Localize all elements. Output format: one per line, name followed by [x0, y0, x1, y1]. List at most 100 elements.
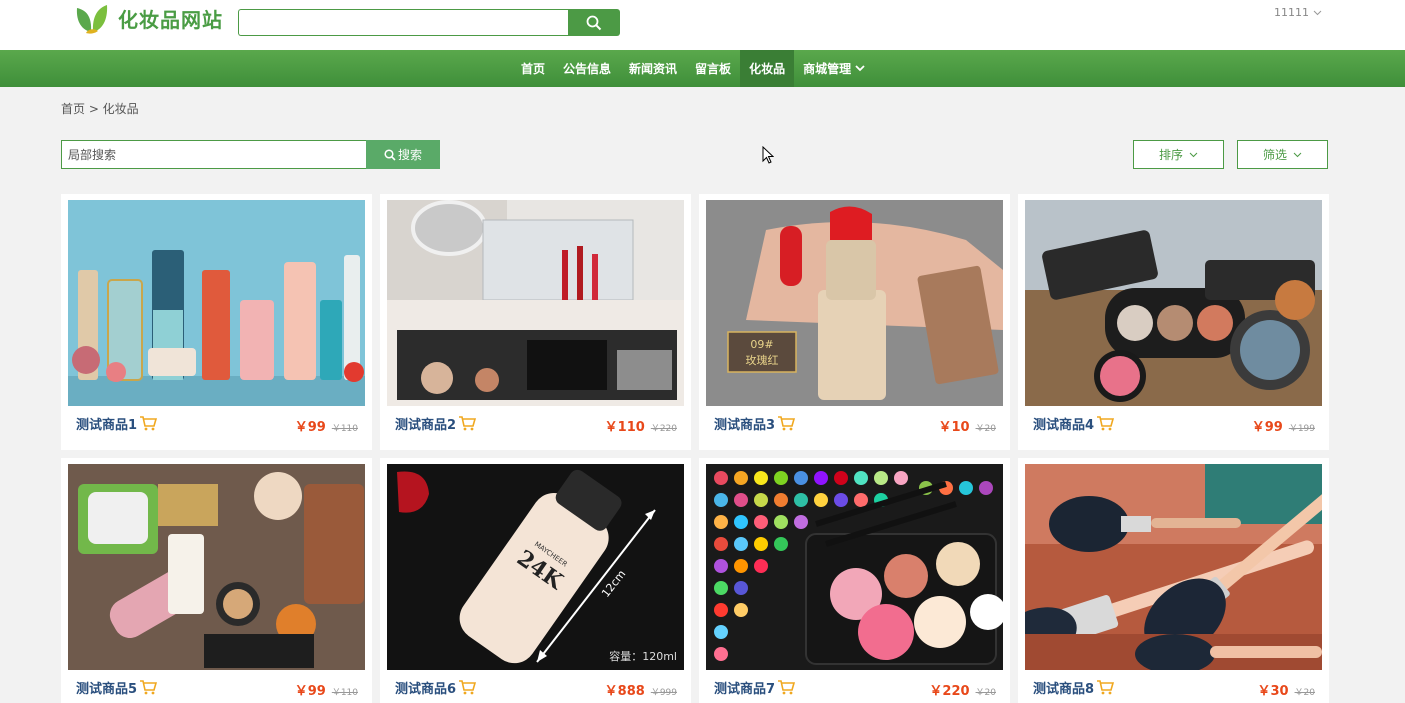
price-original: ￥20 [975, 688, 996, 698]
product-name-text: 测试商品1 [76, 418, 138, 433]
chevron-down-icon [1313, 10, 1322, 15]
user-name: 11111 [1274, 6, 1309, 19]
nav-item-mall-management[interactable]: 商城管理 [794, 50, 874, 87]
product-name-text: 测试商品4 [1033, 418, 1095, 433]
cart-icon[interactable] [777, 416, 796, 431]
product-name-text: 测试商品2 [395, 418, 457, 433]
product-name[interactable]: 测试商品5 [76, 678, 158, 697]
nav-item-announcements[interactable]: 公告信息 [554, 50, 620, 87]
nav-label: 首页 [521, 62, 546, 76]
price-current: ￥99 [294, 420, 326, 435]
product-image[interactable] [1025, 200, 1322, 406]
product-name[interactable]: 测试商品1 [76, 414, 158, 433]
main-navbar: 首页 公告信息 新闻资讯 留言板 化妆品 商城管理 [0, 50, 1405, 87]
nav-menu: 首页 公告信息 新闻资讯 留言板 化妆品 商城管理 [512, 50, 874, 87]
product-price: ￥220 ￥20 [929, 680, 996, 699]
local-search-button-label: 搜索 [397, 148, 422, 162]
product-image[interactable] [706, 464, 1003, 670]
product-price: ￥30 ￥20 [1257, 680, 1315, 699]
price-current: ￥30 [1257, 684, 1289, 699]
local-search-input[interactable] [61, 140, 366, 169]
price-original: ￥110 [331, 424, 358, 434]
product-name-text: 测试商品8 [1033, 682, 1095, 697]
top-search-input[interactable] [238, 9, 568, 36]
cart-icon[interactable] [139, 416, 158, 431]
price-current: ￥99 [1251, 420, 1283, 435]
nav-label: 商城管理 [803, 62, 852, 76]
nav-label: 新闻资讯 [629, 62, 678, 76]
chevron-down-icon [1189, 152, 1198, 157]
product-image[interactable]: MAYCHEER 24K 12cm 容量：120ml [387, 464, 684, 670]
price-current: ￥99 [294, 684, 326, 699]
shade-name: 玫瑰红 [746, 353, 779, 367]
product-card[interactable]: 测试商品5 ￥99 ￥110 [61, 458, 372, 703]
mouse-cursor-icon [762, 146, 774, 164]
search-icon [586, 15, 602, 30]
nav-item-cosmetics[interactable]: 化妆品 [740, 50, 795, 87]
leaf-logo-icon [76, 5, 108, 34]
site-logo[interactable]: 化妆品网站 [74, 2, 223, 34]
top-search-button[interactable] [568, 9, 620, 36]
shade-code: 09# [750, 338, 773, 351]
price-original: ￥999 [650, 688, 677, 698]
product-image[interactable] [68, 464, 365, 670]
product-card[interactable]: 测试商品1 ￥99 ￥110 [61, 194, 372, 450]
product-name[interactable]: 测试商品2 [395, 414, 477, 433]
product-name[interactable]: 测试商品3 [714, 414, 796, 433]
user-menu[interactable]: 11111 [1274, 6, 1322, 19]
breadcrumb[interactable]: 首页 > 化妆品 [61, 100, 139, 117]
product-card[interactable]: MAYCHEER 24K 12cm 容量：120ml 测试商品6 ￥888 ￥9… [380, 458, 691, 703]
product-price: ￥10 ￥20 [938, 416, 996, 435]
product-card[interactable]: 测试商品2 ￥110 ￥220 [380, 194, 691, 450]
volume-label: 容量：120ml [609, 649, 677, 663]
chevron-down-icon [855, 65, 865, 72]
product-card[interactable]: 09# 玫瑰红 测试商品3 ￥10 ￥20 [699, 194, 1010, 450]
price-current: ￥10 [938, 420, 970, 435]
nav-item-home[interactable]: 首页 [512, 50, 554, 87]
price-original: ￥199 [1288, 424, 1315, 434]
product-image[interactable] [1025, 464, 1322, 670]
product-card[interactable]: 测试商品8 ￥30 ￥20 [1018, 458, 1329, 703]
product-card[interactable]: 测试商品7 ￥220 ￥20 [699, 458, 1010, 703]
sort-button[interactable]: 排序 [1133, 140, 1224, 169]
filter-button[interactable]: 筛选 [1237, 140, 1328, 169]
cart-icon[interactable] [139, 680, 158, 695]
product-price: ￥888 ￥999 [605, 680, 677, 699]
cart-icon[interactable] [1096, 680, 1115, 695]
product-name-text: 测试商品3 [714, 418, 776, 433]
product-name[interactable]: 测试商品8 [1033, 678, 1115, 697]
chevron-down-icon [1293, 152, 1302, 157]
product-name-text: 测试商品6 [395, 682, 457, 697]
product-name-text: 测试商品7 [714, 682, 776, 697]
nav-label: 化妆品 [749, 62, 786, 76]
nav-item-message-board[interactable]: 留言板 [686, 50, 740, 87]
search-icon [384, 148, 396, 161]
nav-item-news[interactable]: 新闻资讯 [620, 50, 686, 87]
top-search [238, 9, 620, 36]
sort-label: 排序 [1158, 148, 1183, 162]
site-name: 化妆品网站 [118, 7, 223, 32]
product-name-text: 测试商品5 [76, 682, 138, 697]
cart-icon[interactable] [1096, 416, 1115, 431]
local-search-button[interactable]: 搜索 [366, 140, 440, 169]
product-card[interactable]: 测试商品4 ￥99 ￥199 [1018, 194, 1329, 450]
product-image[interactable] [387, 200, 684, 406]
product-price: ￥99 ￥110 [295, 416, 358, 435]
product-name[interactable]: 测试商品4 [1033, 414, 1115, 433]
cart-icon[interactable] [777, 680, 796, 695]
product-name[interactable]: 测试商品7 [714, 678, 796, 697]
product-name[interactable]: 测试商品6 [395, 678, 477, 697]
product-image[interactable] [68, 200, 365, 406]
filter-label: 筛选 [1262, 148, 1287, 162]
product-image[interactable]: 09# 玫瑰红 [706, 200, 1003, 406]
nav-label: 公告信息 [563, 62, 612, 76]
price-original: ￥20 [1294, 688, 1315, 698]
cart-icon[interactable] [458, 680, 477, 695]
price-current: ￥110 [604, 420, 645, 435]
product-price: ￥110 ￥220 [605, 416, 677, 435]
price-original: ￥110 [331, 688, 358, 698]
price-original: ￥220 [650, 424, 677, 434]
local-search: 搜索 [61, 140, 440, 169]
product-price: ￥99 ￥199 [1252, 416, 1315, 435]
cart-icon[interactable] [458, 416, 477, 431]
